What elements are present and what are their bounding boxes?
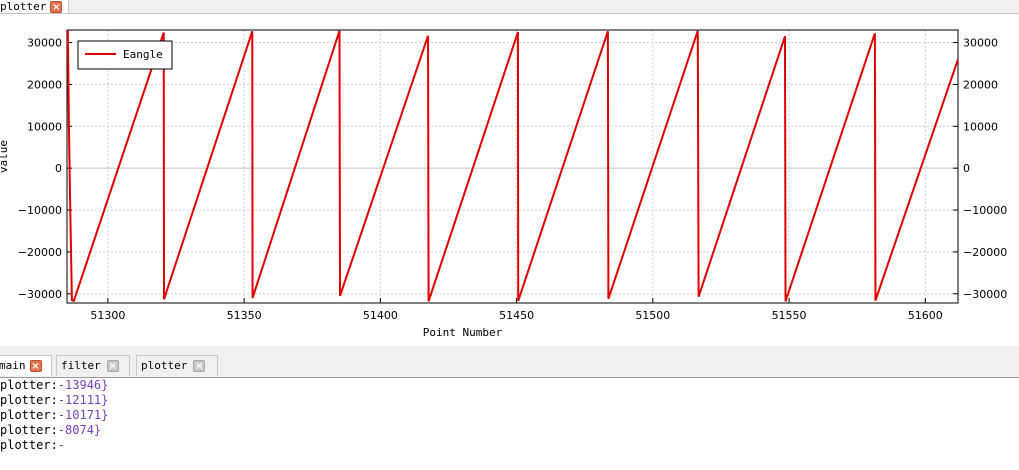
y-tick-label-right: 20000	[963, 78, 998, 91]
y-tick-label-right: −20000	[963, 246, 1007, 259]
y-axis-title: value	[0, 140, 10, 173]
legend-label: Eangle	[123, 48, 163, 61]
x-tick-label: 51300	[90, 309, 125, 322]
line-chart: 51300 51350 51400 51450 51500 51550 51600 30000…	[0, 29, 1007, 339]
y-tick-label-right: −10000	[963, 204, 1007, 217]
y-tick-label-right: 30000	[963, 37, 998, 50]
x-tick-label: 51550	[772, 309, 807, 322]
tab-label: filter	[61, 359, 101, 372]
console-line: plotter:-12111}	[0, 393, 109, 407]
x-tick-label: 51450	[499, 309, 534, 322]
y-tick-label-left: 10000	[27, 120, 62, 133]
y-tick-label-left: −30000	[18, 288, 62, 301]
plot-frame	[66, 29, 959, 304]
plot-panel: 51300 51350 51400 51450 51500 51550 51600 30000…	[0, 14, 1019, 346]
tab-plotter[interactable]: plotter ×	[136, 355, 218, 376]
console-line: plotter:-13946}	[0, 378, 109, 392]
tab-label: plotter	[0, 0, 47, 13]
bottom-tab-bar: main × filter × plotter ×	[0, 353, 1019, 378]
y-tick-label-left: −20000	[18, 246, 62, 259]
top-tab-bar: plotter ×	[0, 0, 1019, 14]
close-icon[interactable]: ×	[193, 360, 206, 372]
close-icon[interactable]: ×	[50, 0, 63, 13]
y-tick-label-right: −30000	[963, 288, 1007, 301]
console-line: plotter:-	[0, 438, 66, 452]
tab-filter[interactable]: filter ×	[56, 355, 130, 376]
y-tick-label-left: 30000	[27, 37, 62, 50]
console-line: plotter:-8074}	[0, 423, 102, 437]
close-icon[interactable]: ×	[106, 360, 119, 372]
x-axis-title: Point Number	[423, 326, 503, 339]
y-tick-label-left: 0	[55, 162, 62, 175]
x-tick-label: 51500	[635, 309, 670, 322]
series-line	[67, 30, 958, 303]
tab-main[interactable]: main ×	[0, 355, 52, 376]
x-tick-label: 51600	[908, 309, 943, 322]
close-icon[interactable]: ×	[29, 360, 42, 372]
x-tick-label: 51350	[227, 309, 262, 322]
tab-plotter-top[interactable]: plotter ×	[0, 0, 69, 13]
x-tick-label: 51400	[363, 309, 398, 322]
y-tick-label-left: 20000	[27, 78, 62, 91]
y-tick-label-right: 0	[963, 162, 970, 175]
console-output: plotter:-13946} plotter:-12111} plotter:…	[0, 378, 1019, 470]
tab-label: plotter	[141, 359, 188, 372]
console-line: plotter:-10171}	[0, 408, 109, 422]
y-tick-label-right: 10000	[963, 120, 998, 133]
tab-label: main	[0, 359, 26, 372]
y-tick-label-left: −10000	[18, 204, 62, 217]
